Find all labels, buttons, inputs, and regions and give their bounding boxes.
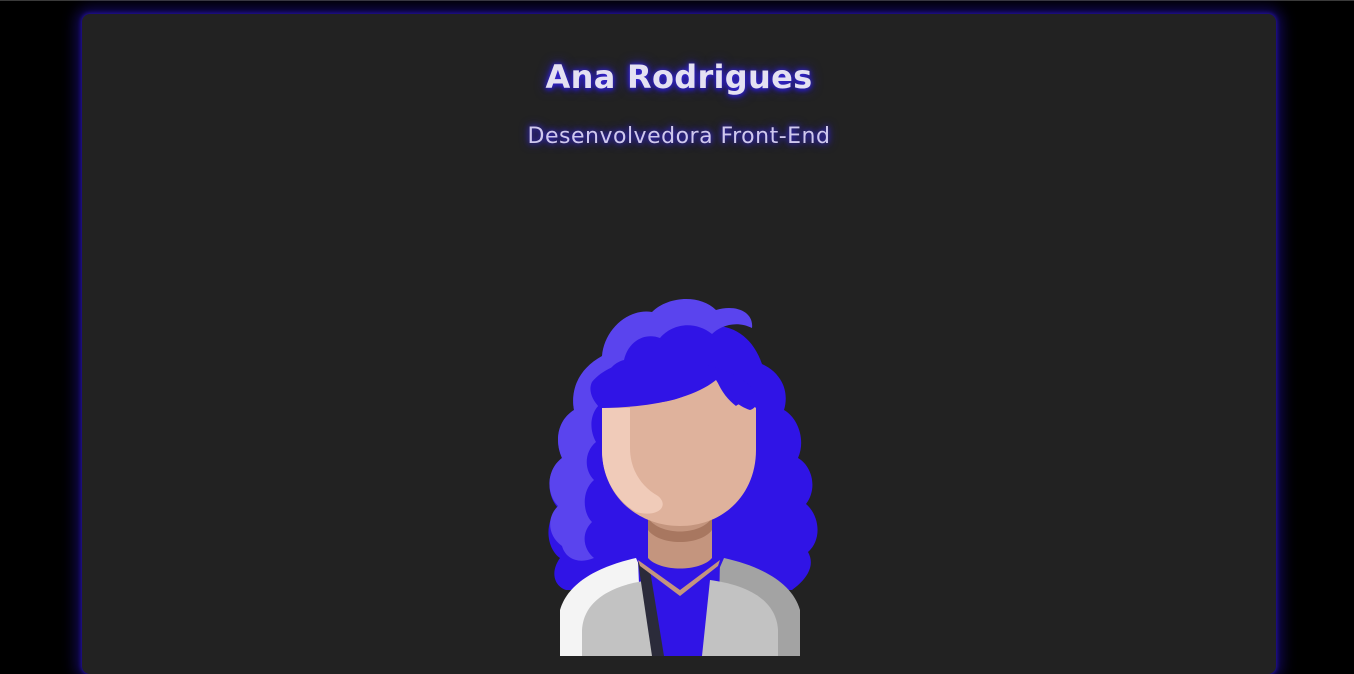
profile-role: Desenvolvedora Front-End [527, 124, 831, 149]
window-top-border [0, 0, 1354, 1]
profile-name: Ana Rodrigues [545, 58, 813, 96]
developer-woman-avatar-icon [548, 298, 818, 656]
